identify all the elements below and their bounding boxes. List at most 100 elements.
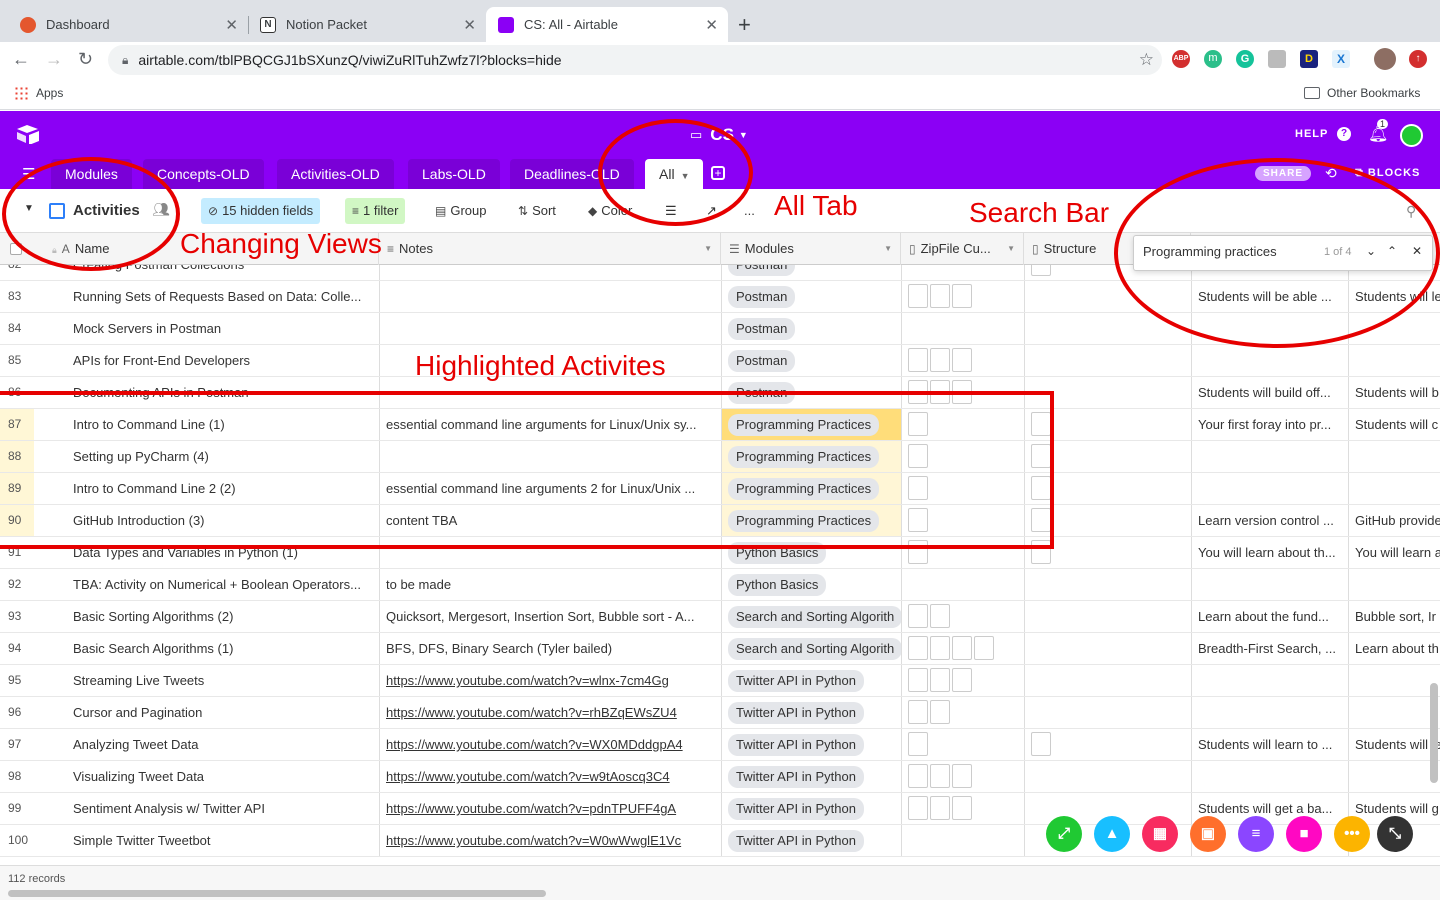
attachment-thumbnail-icon[interactable] [952,764,972,788]
notes-link[interactable]: https://www.youtube.com/watch?v=wlnx-7cm… [386,673,669,688]
url-bar[interactable]: 🔒︎ airtable.com/tblPBQCGJ1bSXunzQ/viwiZu… [108,45,1162,75]
name-cell[interactable]: Visualizing Tweet Data [67,761,379,792]
attachment-thumbnail-icon[interactable] [952,796,972,820]
notes-link[interactable]: https://www.youtube.com/watch?v=rhBZqEWs… [386,705,677,720]
notes-link[interactable]: https://www.youtube.com/watch?v=w9tAoscq… [386,769,670,784]
name-cell[interactable]: Simple Twitter Tweetbot [67,825,379,856]
structure-cell[interactable] [1024,345,1191,376]
chat-block-icon[interactable]: ■ [1286,816,1322,852]
puzzle-extension-icon[interactable] [1268,50,1286,68]
attachment-thumbnail-icon[interactable] [930,668,950,692]
attachment-thumbnail-icon[interactable] [930,700,950,724]
table-row[interactable]: 97 Analyzing Tweet Data https://www.youtub… [0,729,1440,761]
objectives-cell[interactable] [1348,697,1440,728]
objectives-cell[interactable]: Students will c [1348,409,1440,440]
description-cell[interactable]: Students will build off... [1191,377,1348,408]
zipfile-cell[interactable] [901,313,1024,344]
tab-labs-old[interactable]: Labs-OLD [408,159,500,189]
column-header-notes[interactable]: ≡ Notes ▼ [379,233,721,265]
name-cell[interactable]: Analyzing Tweet Data [67,729,379,760]
attachment-thumbnail-icon[interactable] [930,636,950,660]
adblock-extension-icon[interactable]: ABP [1172,50,1190,68]
filter-button[interactable]: ≡ 1 filter [345,198,406,224]
notes-cell[interactable]: https://www.youtube.com/watch?v=rhBZqEWs… [379,697,721,728]
objectives-cell[interactable]: GitHub provide [1348,505,1440,536]
browser-tab-notion[interactable]: N Notion Packet ✕ [248,7,486,42]
attachment-thumbnail-icon[interactable] [908,604,928,628]
apps-bookmark[interactable]: Apps [14,86,63,100]
notes-link[interactable]: https://www.youtube.com/watch?v=pdnTPUFF… [386,801,676,816]
column-header-zipfile[interactable]: ▯ ZipFile Cu... ▼ [901,233,1024,265]
attachment-thumbnail-icon[interactable] [930,796,950,820]
tab-activities-old[interactable]: Activities-OLD [277,159,394,189]
notes-cell[interactable] [379,281,721,312]
description-cell[interactable]: Your first foray into pr... [1191,409,1348,440]
browser-tab-airtable[interactable]: CS: All - Airtable ✕ [486,7,728,42]
attachment-thumbnail-icon[interactable] [930,604,950,628]
modules-cell[interactable]: Search and Sorting Algorith [721,601,901,632]
group-button[interactable]: ▤ Group [428,198,493,224]
reload-icon[interactable]: ↻ [78,49,93,70]
name-cell[interactable]: Sentiment Analysis w/ Twitter API [67,793,379,824]
description-cell[interactable] [1191,569,1348,600]
attachment-thumbnail-icon[interactable] [908,348,928,372]
modules-cell[interactable]: Twitter API in Python [721,665,901,696]
table-row[interactable]: 98 Visualizing Tweet Data https://www.yout… [0,761,1440,793]
objectives-cell[interactable]: Students will b [1348,377,1440,408]
new-tab-icon[interactable]: + [738,12,751,38]
shapes-block-icon[interactable]: ▲ [1094,816,1130,852]
structure-cell[interactable] [1024,697,1191,728]
table-row[interactable]: 93 Basic Sorting Algorithms (2) Quicksort,… [0,601,1440,633]
name-cell[interactable]: Basic Sorting Algorithms (2) [67,601,379,632]
structure-cell[interactable] [1024,569,1191,600]
objectives-cell[interactable]: Students will le [1348,729,1440,760]
vertical-scrollbar[interactable] [1430,683,1438,783]
help-icon[interactable]: ? [1337,127,1351,141]
zipfile-cell[interactable] [901,281,1024,312]
chevron-down-icon[interactable]: ▼ [1007,233,1015,265]
name-cell[interactable]: Streaming Live Tweets [67,665,379,696]
collapse-block-icon[interactable]: ⤡ [1377,816,1413,852]
structure-cell[interactable] [1024,761,1191,792]
horizontal-scrollbar[interactable] [8,890,546,897]
table-row[interactable]: 96 Cursor and Pagination https://www.youtu… [0,697,1440,729]
description-cell[interactable]: Learn about the fund... [1191,601,1348,632]
objectives-cell[interactable] [1348,345,1440,376]
objectives-cell[interactable] [1348,441,1440,472]
attachment-thumbnail-icon[interactable] [952,668,972,692]
name-cell[interactable]: APIs for Front-End Developers [67,345,379,376]
name-cell[interactable]: TBA: Activity on Numerical + Boolean Ope… [67,569,379,600]
zipfile-cell[interactable] [901,665,1024,696]
image-block-icon[interactable]: ▣ [1190,816,1226,852]
x-extension-icon[interactable]: X [1332,50,1350,68]
objectives-cell[interactable]: Bubble sort, Ir [1348,601,1440,632]
profile-avatar-icon[interactable] [1374,48,1396,70]
description-cell[interactable] [1191,665,1348,696]
description-cell[interactable] [1191,473,1348,504]
zipfile-cell[interactable] [901,761,1024,792]
airtable-logo-icon[interactable] [16,124,40,144]
table-row[interactable]: 85 APIs for Front-End Developers Postman [0,345,1440,377]
notes-link[interactable]: https://www.youtube.com/watch?v=W0wWwglE… [386,833,681,848]
help-label[interactable]: HELP [1295,128,1328,140]
notes-link[interactable]: https://www.youtube.com/watch?v=WX0MDddg… [386,737,683,752]
objectives-cell[interactable] [1348,569,1440,600]
back-icon[interactable]: ← [12,49,30,70]
modules-cell[interactable]: Twitter API in Python [721,793,901,824]
objectives-cell[interactable]: Learn about th [1348,633,1440,664]
attachment-thumbnail-icon[interactable] [930,284,950,308]
description-cell[interactable] [1191,345,1348,376]
attachment-thumbnail-icon[interactable] [930,764,950,788]
user-avatar[interactable] [1400,124,1423,147]
zipfile-cell[interactable] [901,601,1024,632]
other-bookmarks[interactable]: Other Bookmarks [1304,86,1420,100]
browser-tab-dashboard[interactable]: Dashboard ✕ [8,7,248,42]
attachment-thumbnail-icon[interactable] [952,284,972,308]
notes-cell[interactable]: https://www.youtube.com/watch?v=w9tAoscq… [379,761,721,792]
grammarly-extension-icon[interactable]: G [1236,50,1254,68]
zipfile-cell[interactable] [901,825,1024,856]
modules-cell[interactable]: Search and Sorting Algorith [721,633,901,664]
close-tab-icon[interactable]: ✕ [225,16,238,34]
modules-cell[interactable]: Twitter API in Python [721,761,901,792]
chevron-down-icon[interactable]: ▼ [704,233,712,265]
